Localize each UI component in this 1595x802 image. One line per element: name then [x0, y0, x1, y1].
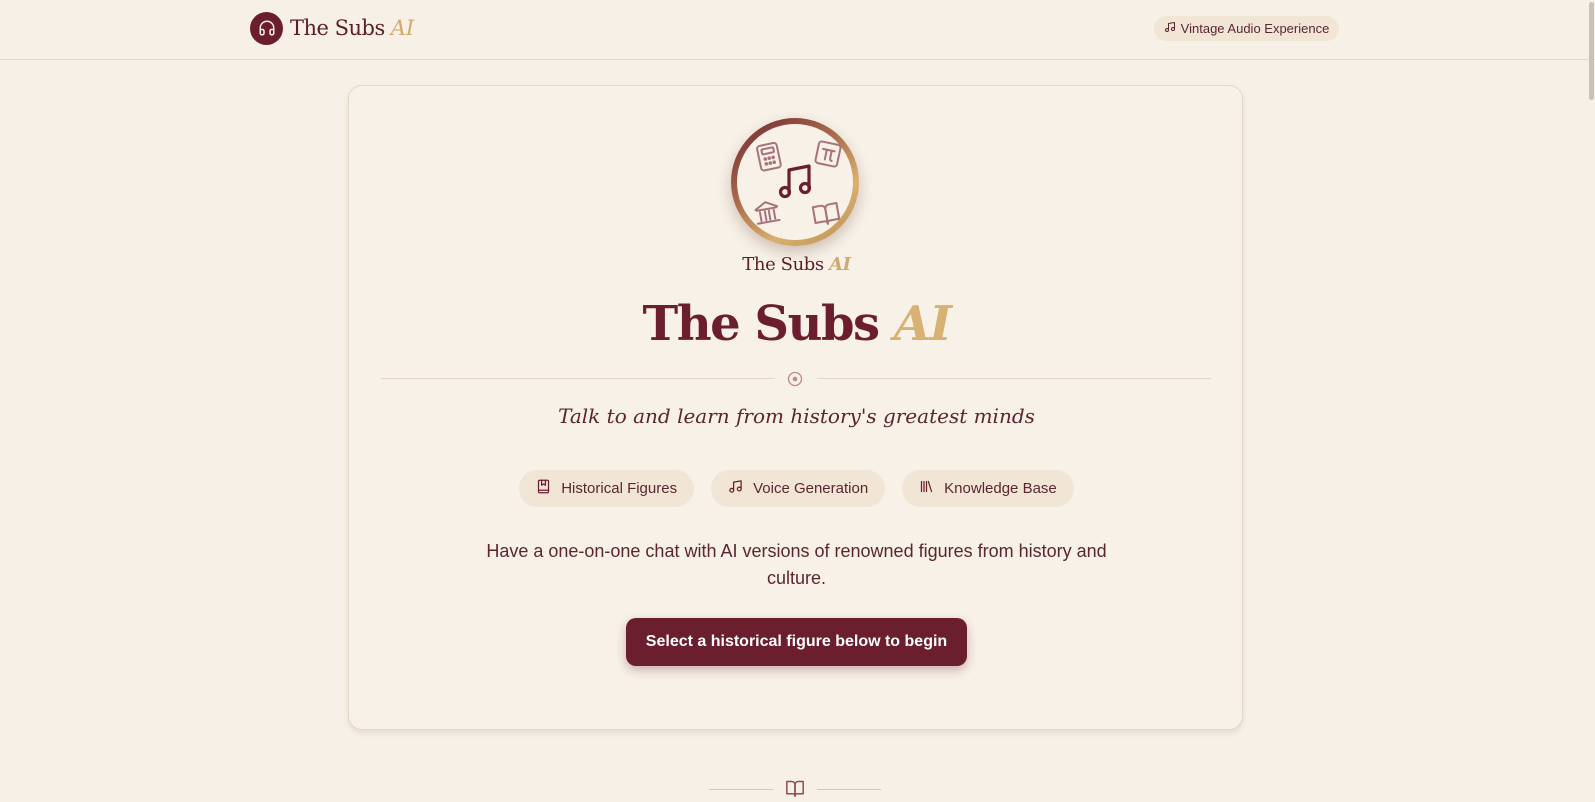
music-notes-icon — [778, 164, 812, 199]
chip-label: Knowledge Base — [944, 480, 1057, 497]
emblem-inner-circle — [737, 124, 853, 240]
museum-icon — [754, 201, 781, 225]
divider-line-left — [381, 378, 775, 379]
emblem-medallion — [731, 118, 859, 246]
music-note-icon — [728, 479, 743, 498]
intro-description: Have a one-on-one chat with AI versions … — [486, 541, 1107, 588]
feature-chips: Historical Figures Voice Generation Know… — [349, 470, 1244, 507]
open-book-icon — [785, 779, 805, 802]
page-scrollbar[interactable] — [1587, 0, 1595, 802]
top-navigation-bar: The Subs AI Vintage Audio Experience — [0, 0, 1595, 60]
page-title: The Subs AI — [349, 296, 1244, 352]
music-note-icon — [1164, 21, 1176, 36]
vintage-audio-badge: Vintage Audio Experience — [1154, 16, 1339, 41]
chip-historical-figures: Historical Figures — [519, 470, 695, 507]
book-icon — [811, 202, 841, 225]
brand-name: The Subs — [290, 16, 385, 40]
chip-label: Historical Figures — [561, 480, 678, 497]
library-icon — [919, 479, 934, 498]
target-icon — [787, 371, 803, 392]
page-title-ai: AI — [893, 296, 952, 352]
select-figure-button[interactable]: Select a historical figure below to begi… — [626, 618, 967, 666]
divider-line-right — [817, 378, 1211, 379]
page-title-name: The Subs — [642, 296, 881, 352]
calculator-icon — [756, 141, 782, 172]
headphones-icon — [250, 11, 283, 45]
chip-knowledge-base: Knowledge Base — [902, 470, 1074, 507]
ornament-line-right — [817, 789, 881, 790]
brand-ai-suffix: AI — [390, 16, 415, 40]
vintage-audio-label: Vintage Audio Experience — [1180, 21, 1330, 36]
chip-voice-generation: Voice Generation — [711, 470, 886, 507]
pi-icon — [814, 140, 842, 168]
emblem-caption-ai: AI — [829, 254, 851, 275]
bookmark-book-icon — [536, 479, 551, 498]
tagline: Talk to and learn from history's greates… — [558, 404, 1035, 428]
chip-label: Voice Generation — [753, 480, 869, 497]
scrollbar-thumb[interactable] — [1589, 2, 1594, 100]
ornament-line-left — [709, 789, 773, 790]
brand-logo[interactable]: The Subs AI — [250, 11, 415, 45]
hero-card: The Subs AI The Subs AI Talk to and lear… — [348, 85, 1243, 730]
emblem-caption-name: The Subs — [742, 254, 824, 275]
emblem-caption: The Subs AI — [349, 254, 1244, 275]
